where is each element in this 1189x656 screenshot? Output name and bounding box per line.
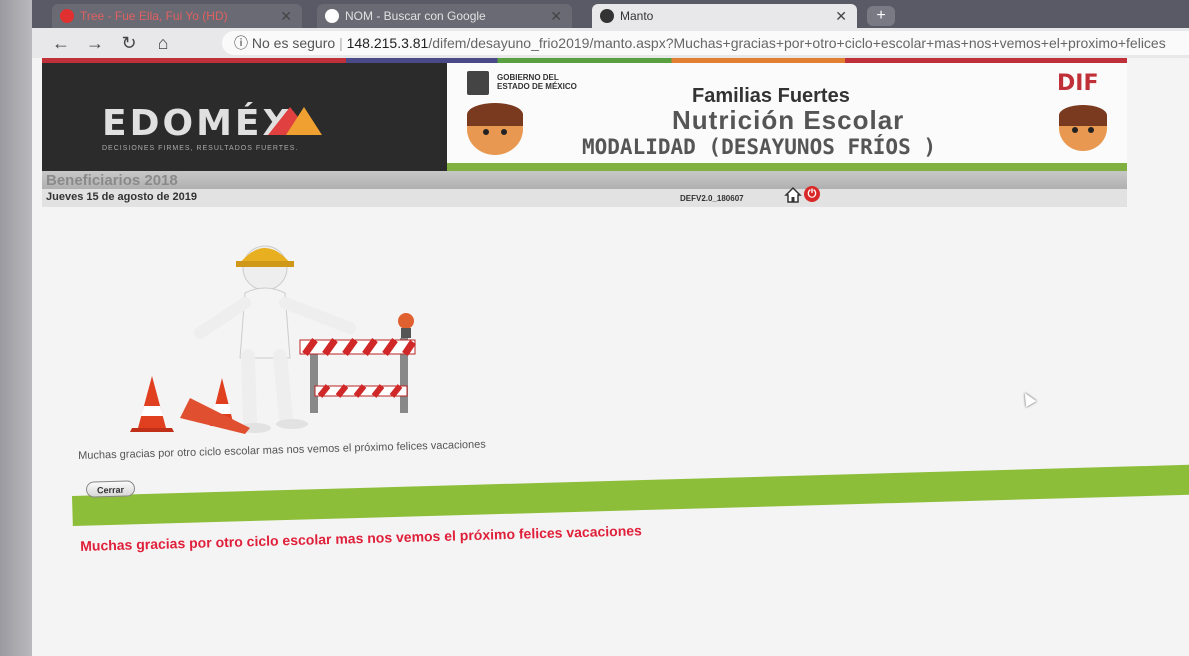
close-icon[interactable]: ✕ [835,4,847,28]
info-icon[interactable]: ⓘ [234,35,248,51]
address-bar[interactable]: ⓘ No es seguro | 148.215.3.81/difem/desa… [222,31,1189,55]
google-icon [325,9,339,23]
tab-label: Manto [620,9,654,23]
tab-strip: Tree - Fue Ella, Fui Yo (HD) ✕ NOM - Bus… [32,0,1189,28]
page-content: EDOMÉX DECISIONES FIRMES, RESULTADOS FUE… [32,58,1189,656]
new-tab-button[interactable]: + [867,6,895,26]
tab-label: NOM - Buscar con Google [345,9,486,23]
mouse-cursor-icon [1019,389,1037,408]
security-label: No es seguro [251,35,336,51]
browser-window: Tree - Fue Ella, Fui Yo (HD) ✕ NOM - Bus… [32,0,1189,656]
banner-title-modalidad: MODALIDAD (DESAYUNOS FRÍOS ) [582,135,937,159]
edomex-tagline: DECISIONES FIRMES, RESULTADOS FUERTES. [102,145,299,152]
youtube-icon [60,9,74,23]
close-icon[interactable]: ✕ [280,4,292,28]
maintenance-illustration [130,245,416,434]
logout-power-icon[interactable]: ⏻ [804,186,820,202]
edomex-mark-icon [286,107,322,135]
tab-manto[interactable]: Manto ✕ [592,4,857,28]
government-seal-icon [467,71,489,95]
home-icon[interactable]: ⌂ [152,32,174,54]
version-label: DEFV2.0_180607 [680,194,744,203]
reload-icon[interactable]: ↻ [118,32,140,54]
banner-title-nutricion: Nutrición Escolar [672,105,905,135]
tab-youtube[interactable]: Tree - Fue Ella, Fui Yo (HD) ✕ [52,4,302,28]
footer-farewell-message: Muchas gracias por otro ciclo escolar ma… [80,522,643,554]
title-bar [42,171,1127,189]
edomex-logo: EDOMÉX [102,103,294,144]
home-icon[interactable] [784,186,802,204]
green-divider-band [72,462,1189,526]
browser-toolbar: ← → ↻ ⌂ ⓘ No es seguro | 148.215.3.81/di… [32,28,1189,58]
banner-divider [447,163,1127,171]
gobierno-label: GOBIERNO DEL ESTADO DE MÉXICO [497,73,577,91]
url-host: 148.215.3.81 [346,35,429,51]
program-banner: GOBIERNO DEL ESTADO DE MÉXICO Familias F… [447,63,1127,171]
boy-mascot-icon [467,103,523,155]
edomex-banner: EDOMÉX DECISIONES FIRMES, RESULTADOS FUE… [42,63,447,171]
tab-google-search[interactable]: NOM - Buscar con Google ✕ [317,4,572,28]
forward-arrow-icon[interactable]: → [84,32,106,54]
girl-mascot-icon [1059,105,1107,151]
section-title: Beneficiarios 2018 [46,172,178,189]
url-path: /difem/desayuno_frio2019/manto.aspx?Much… [428,35,1166,51]
current-date: Jueves 15 de agosto de 2019 [46,191,198,203]
date-bar [42,189,1127,207]
close-button[interactable]: Cerrar [85,480,136,498]
dif-logo: DIF [1057,71,1099,96]
chrome-icon [600,9,614,23]
back-arrow-icon[interactable]: ← [50,32,72,54]
close-icon[interactable]: ✕ [550,4,562,28]
tab-label: Tree - Fue Ella, Fui Yo (HD) [80,9,228,23]
